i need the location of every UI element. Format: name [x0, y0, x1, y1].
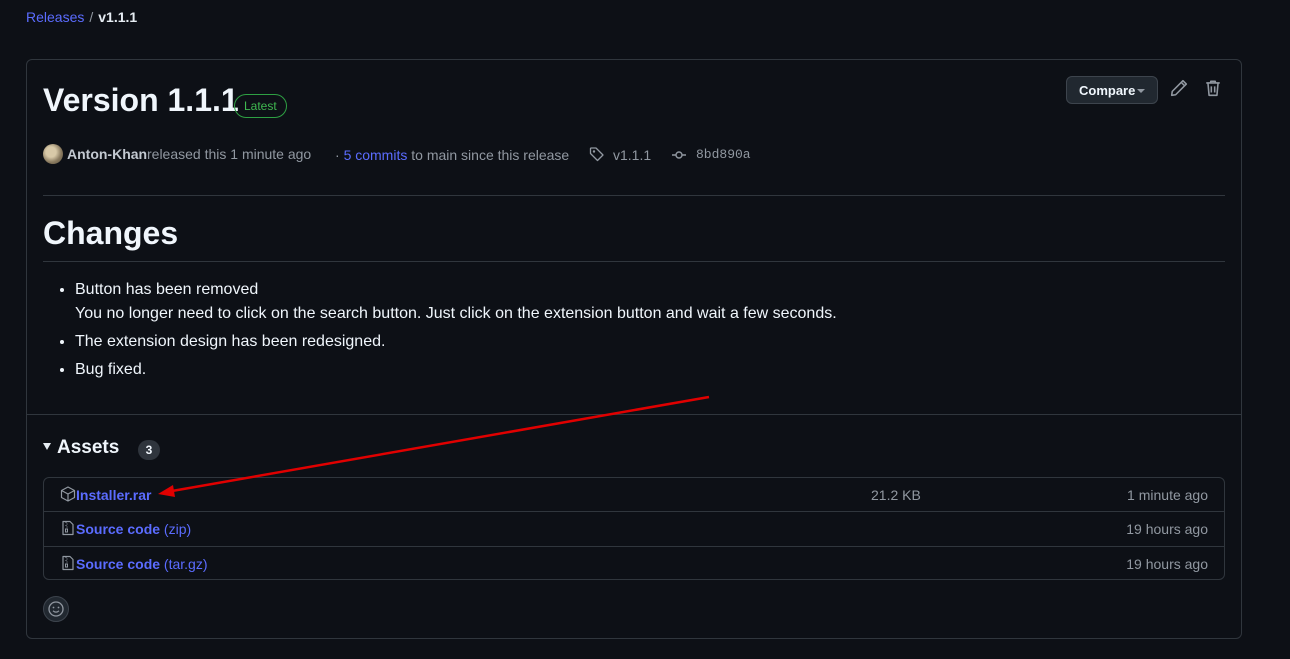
caret-down-icon [1137, 89, 1145, 93]
author-link[interactable]: Anton-Khan [67, 146, 147, 162]
released-text: released this 1 minute ago [147, 146, 312, 162]
pencil-icon[interactable] [1170, 79, 1188, 97]
release-meta: Anton-Khan released this 1 minute ago · … [43, 143, 1223, 165]
divider [43, 261, 1225, 262]
asset-format: (tar.gz) [163, 556, 208, 572]
tag-link[interactable]: v1.1.1 [613, 147, 651, 163]
release-title: Version 1.1.1 [43, 82, 239, 118]
note-item: Button has been removed You no longer ne… [75, 278, 837, 326]
compare-label: Compare [1079, 83, 1136, 98]
breadcrumb-separator: / [89, 9, 94, 25]
asset-name: Source code [76, 556, 161, 572]
assets-count-badge: 3 [138, 440, 160, 460]
asset-size: 21.2 KB [871, 487, 921, 503]
asset-name: Installer.rar [76, 487, 152, 503]
assets-heading: Assets [57, 437, 120, 458]
breadcrumb-releases-link[interactable]: Releases [26, 9, 84, 25]
divider [43, 195, 1225, 196]
changes-heading: Changes [43, 215, 179, 251]
asset-time: 19 hours ago [1126, 521, 1208, 537]
release-card: Version 1.1.1 Latest Compare Anton-Khan … [26, 59, 1242, 639]
breadcrumb: Releases / v1.1.1 [26, 9, 137, 25]
tag-icon [589, 147, 604, 162]
note-item: Bug fixed. [75, 358, 837, 382]
assets-toggle[interactable]: Assets [43, 437, 119, 459]
divider [27, 414, 1241, 415]
assets-list: Installer.rar 21.2 KB 1 minute ago Sourc… [43, 477, 1225, 580]
trash-icon[interactable] [1204, 79, 1222, 97]
commits-dot: · [335, 147, 340, 163]
asset-link-source-targz[interactable]: Source code (tar.gz) [76, 556, 208, 572]
git-commit-icon [672, 151, 686, 159]
asset-time: 1 minute ago [1127, 487, 1208, 503]
compare-button[interactable]: Compare [1066, 76, 1158, 104]
commits-summary: · 5 commits to main since this release [335, 147, 569, 163]
asset-row: Installer.rar 21.2 KB 1 minute ago [44, 478, 1224, 511]
package-icon [60, 486, 76, 502]
asset-link-installer[interactable]: Installer.rar [76, 487, 152, 503]
latest-badge: Latest [234, 94, 287, 118]
note-text: You no longer need to click on the searc… [75, 305, 837, 322]
commit-sha-link[interactable]: 8bd890a [696, 147, 751, 162]
commits-suffix: to main since this release [411, 147, 570, 163]
avatar[interactable] [43, 144, 63, 164]
file-zip-icon [62, 555, 74, 571]
smiley-icon [48, 601, 64, 617]
commits-link[interactable]: 5 commits [344, 147, 408, 163]
asset-format: (zip) [163, 521, 192, 537]
breadcrumb-current: v1.1.1 [98, 9, 138, 25]
note-item: The extension design has been redesigned… [75, 330, 837, 354]
note-text: Button has been removed [75, 281, 259, 298]
asset-time: 19 hours ago [1126, 556, 1208, 572]
asset-row: Source code (tar.gz) 19 hours ago [44, 546, 1224, 581]
triangle-down-icon [43, 442, 51, 450]
asset-link-source-zip[interactable]: Source code (zip) [76, 521, 191, 537]
release-notes-list: Button has been removed You no longer ne… [43, 278, 837, 386]
file-zip-icon [62, 520, 74, 536]
asset-row: Source code (zip) 19 hours ago [44, 511, 1224, 546]
asset-name: Source code [76, 521, 161, 537]
add-reaction-button[interactable] [43, 596, 69, 622]
